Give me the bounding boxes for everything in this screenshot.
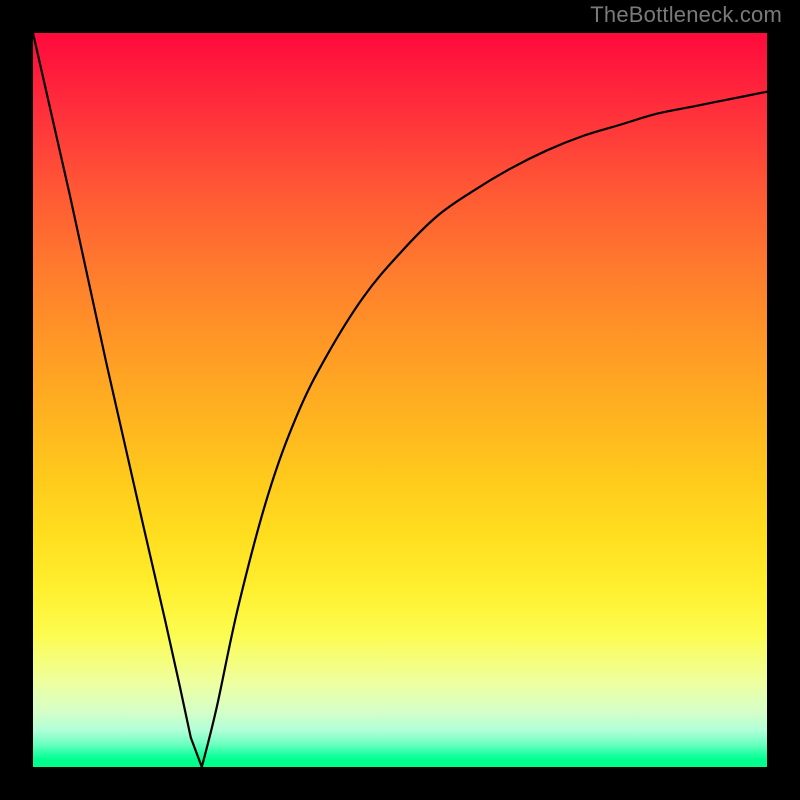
bottleneck-curve xyxy=(33,33,767,767)
chart-frame: TheBottleneck.com xyxy=(0,0,800,800)
plot-area xyxy=(33,33,767,767)
watermark-text: TheBottleneck.com xyxy=(590,2,782,28)
